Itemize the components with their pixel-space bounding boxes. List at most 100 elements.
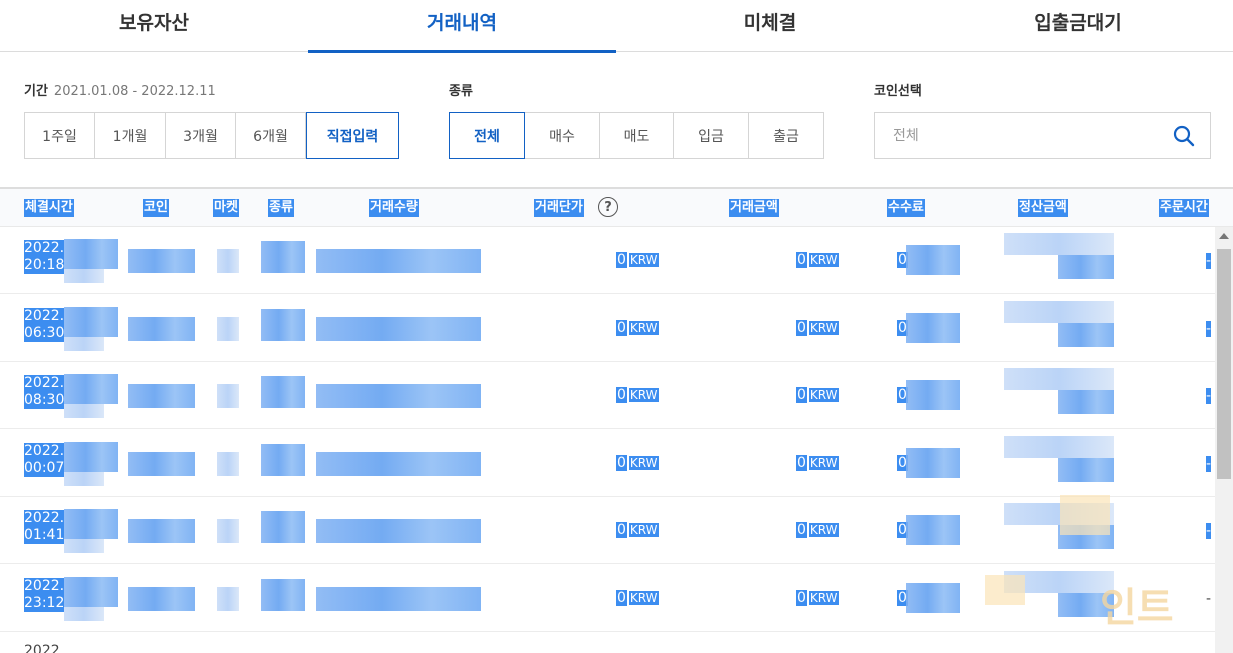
type-button-group: 전체 매수 매도 입금 출금 (449, 112, 824, 159)
unit-price: 0 KRW (616, 319, 659, 336)
header-fee[interactable]: 수수료 (887, 199, 925, 217)
partial-row-date: 2022. (24, 643, 65, 653)
header-type[interactable]: 종류 (268, 199, 294, 217)
amount-value: 0 (796, 454, 807, 471)
watermark-block (985, 575, 1025, 605)
amount-currency: KRW (808, 523, 839, 537)
unit-price-value: 0 (616, 589, 627, 606)
period-button-group: 1주일 1개월 3개월 6개월 직접입력 (24, 112, 399, 159)
redacted-fee (906, 312, 960, 343)
table-row[interactable]: 2022. 00:07 0 KRW 0 KRW 0- (0, 430, 1215, 497)
amount-value: 0 (796, 589, 807, 606)
redacted-fee (906, 447, 960, 478)
unit-price-value: 0 (616, 387, 627, 403)
type-withdraw-button[interactable]: 출금 (749, 112, 824, 159)
redacted-market (217, 316, 239, 341)
redacted-settlement (1004, 368, 1114, 390)
redacted-market (217, 451, 239, 476)
header-order-time[interactable]: 주문시간 (1159, 199, 1209, 217)
type-sell-button[interactable]: 매도 (600, 112, 674, 159)
order-time: - (1206, 388, 1212, 404)
table-row[interactable]: 2022. 23:12 0 KRW 0 KRW 0- (0, 565, 1215, 632)
table-row[interactable]: 2022. 01:41 0 KRW 0 KRW 0- (0, 497, 1215, 564)
exec-time: 2022. 23:12 (24, 577, 65, 612)
header-amount[interactable]: 거래금액 (729, 199, 779, 217)
search-icon[interactable] (1172, 124, 1196, 148)
redacted-settlement (1058, 457, 1114, 482)
exec-clock: 06:30 (24, 324, 65, 341)
tab-open-orders[interactable]: 미체결 (616, 0, 924, 52)
header-unit-price[interactable]: 거래단가 (534, 199, 584, 217)
exec-clock: 08:30 (24, 392, 65, 408)
scroll-up-arrow-icon[interactable] (1219, 233, 1229, 239)
redacted-quantity (316, 519, 481, 543)
period-1month-button[interactable]: 1개월 (95, 112, 166, 159)
header-coin[interactable]: 코인 (143, 199, 169, 217)
amount-currency: KRW (808, 590, 839, 605)
order-time: - (1206, 253, 1212, 269)
exec-time: 2022. 08:30 (24, 375, 64, 409)
unit-price: 0 KRW (616, 522, 659, 538)
redacted-date (64, 374, 118, 404)
unit-price: 0 KRW (616, 252, 659, 268)
period-custom-button[interactable]: 직접입력 (306, 112, 399, 159)
table-row[interactable]: 2022. 06:30 0 KRW 0 KRW 0- (0, 295, 1215, 362)
header-market[interactable]: 마켓 (213, 199, 239, 217)
amount-value: 0 (796, 387, 807, 403)
amount-value: 0 (796, 522, 807, 538)
redacted-date (64, 336, 104, 351)
redacted-quantity (316, 586, 481, 611)
period-6month-button[interactable]: 6개월 (236, 112, 306, 159)
tab-bar: 보유자산 거래내역 미체결 입출금대기 (0, 0, 1233, 53)
tab-holdings[interactable]: 보유자산 (0, 0, 308, 52)
redacted-settlement (1004, 300, 1114, 323)
header-quantity[interactable]: 거래수량 (369, 199, 419, 217)
amount-value: 0 (796, 319, 807, 336)
unit-price-value: 0 (616, 252, 627, 268)
redacted-fee (906, 380, 960, 410)
redacted-type (261, 511, 305, 543)
redacted-date (64, 239, 118, 269)
redacted-coin (128, 249, 195, 273)
tab-pending-transfers[interactable]: 입출금대기 (924, 0, 1232, 52)
redacted-settlement (1058, 322, 1114, 347)
unit-price-currency: KRW (628, 590, 659, 605)
amount-currency: KRW (808, 320, 839, 335)
redacted-coin (128, 586, 195, 611)
type-label: 종류 (449, 84, 473, 99)
vertical-scrollbar[interactable] (1215, 227, 1233, 653)
redacted-fee (906, 515, 960, 545)
trade-amount: 0 KRW (796, 454, 839, 471)
table-row[interactable]: 2022. 08:30 0 KRW 0 KRW 0- (0, 362, 1215, 429)
redacted-settlement (1004, 435, 1114, 458)
period-range: 2021.01.08 - 2022.12.11 (53, 84, 216, 99)
scrollbar-thumb[interactable] (1217, 249, 1231, 479)
unit-price-currency: KRW (628, 388, 659, 402)
period-1week-button[interactable]: 1주일 (24, 112, 95, 159)
redacted-date (64, 606, 104, 621)
type-all-button[interactable]: 전체 (449, 112, 525, 159)
coin-search-box[interactable] (874, 112, 1211, 159)
unit-price-currency: KRW (628, 455, 659, 470)
unit-price: 0 KRW (616, 589, 659, 606)
exec-time: 2022. 20:18 (24, 240, 64, 274)
unit-price-currency: KRW (628, 253, 659, 267)
period-3month-button[interactable]: 3개월 (166, 112, 236, 159)
type-buy-button[interactable]: 매수 (525, 112, 600, 159)
redacted-market (217, 586, 239, 611)
exec-clock: 23:12 (24, 594, 65, 611)
redacted-fee (906, 582, 960, 613)
type-deposit-button[interactable]: 입금 (674, 112, 749, 159)
unit-price-currency: KRW (628, 320, 659, 335)
help-icon[interactable]: ? (598, 197, 618, 217)
redacted-type (261, 443, 305, 476)
tab-trade-history[interactable]: 거래내역 (308, 0, 616, 53)
redacted-date (64, 471, 104, 486)
unit-price-value: 0 (616, 454, 627, 471)
table-row[interactable]: 2022. 20:18 0 KRW 0 KRW 0- (0, 227, 1215, 294)
header-settlement[interactable]: 정산금액 (1018, 199, 1068, 217)
order-time: - (1206, 523, 1212, 539)
header-exec-time[interactable]: 체결시간 (24, 199, 74, 217)
coin-search-input[interactable] (875, 127, 1155, 144)
redacted-date (64, 539, 104, 553)
